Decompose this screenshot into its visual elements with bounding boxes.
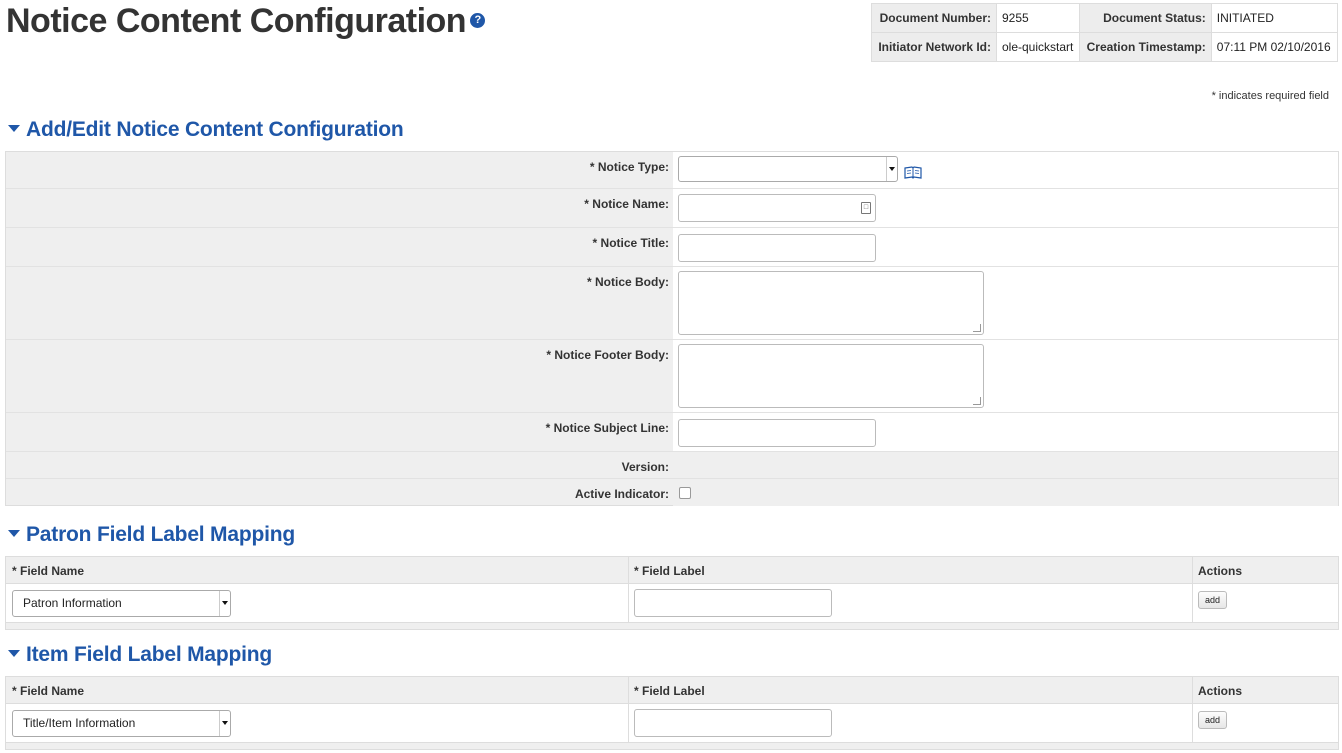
notice-subject-line-label: * Notice Subject Line: [545, 421, 669, 435]
notice-name-label: * Notice Name: [584, 197, 669, 211]
page-title-text: Notice Content Configuration [6, 2, 467, 40]
notice-footer-body-label: * Notice Footer Body: [546, 348, 669, 362]
collapse-caret-icon [8, 649, 20, 657]
notice-type-label: * Notice Type: [589, 160, 669, 174]
creation-timestamp-label: Creation Timestamp: [1079, 32, 1212, 62]
item-field-name-value: Title/Item Information [23, 716, 136, 730]
column-divider [1192, 557, 1193, 629]
item-col-field-name: * Field Name [12, 684, 85, 698]
document-number-label: Document Number: [871, 3, 997, 33]
item-mapping-table: * Field Name * Field Label Actions Title… [5, 676, 1339, 750]
notice-subject-line-row: * Notice Subject Line: [6, 413, 1338, 452]
edit-form: * Notice Type: * Notice Name: □ * Notice… [5, 151, 1339, 506]
patron-col-field-label: * Field Label [634, 564, 705, 578]
patron-col-actions: Actions [1198, 564, 1243, 578]
patron-col-field-name: * Field Name [12, 564, 85, 578]
notice-title-label: * Notice Title: [592, 236, 669, 250]
notice-body-cell [673, 267, 1338, 339]
collapse-caret-icon [8, 124, 20, 132]
document-header: Document Number: 9255 Document Status: I… [871, 3, 1339, 62]
active-indicator-row: Active Indicator: [6, 479, 1338, 506]
notice-type-cell [673, 152, 1338, 188]
item-field-name-select[interactable]: Title/Item Information [12, 710, 231, 737]
question-circle-icon[interactable]: ? [470, 12, 486, 28]
version-row: Version: [6, 452, 1338, 479]
notice-footer-body-cell [673, 340, 1338, 412]
patron-add-button[interactable]: add [1198, 591, 1227, 609]
notice-footer-body-row: * Notice Footer Body: [6, 340, 1338, 413]
version-label: Version: [621, 460, 669, 474]
notice-body-row: * Notice Body: [6, 267, 1338, 340]
item-section-title: Item Field Label Mapping [26, 643, 273, 666]
column-divider [1192, 677, 1193, 749]
notice-body-label: * Notice Body: [586, 275, 669, 289]
item-col-field-label: * Field Label [634, 684, 705, 698]
patron-section-title: Patron Field Label Mapping [26, 523, 295, 546]
initiator-label: Initiator Network Id: [871, 32, 997, 62]
patron-mapping-table: * Field Name * Field Label Actions Patro… [5, 556, 1339, 630]
notice-name-cell: □ [673, 189, 1338, 227]
item-section-header[interactable]: Item Field Label Mapping [8, 643, 272, 667]
resize-handle-icon[interactable] [973, 324, 981, 332]
resize-handle-icon[interactable] [973, 397, 981, 405]
notice-type-select[interactable] [678, 156, 898, 182]
notice-footer-body-textarea[interactable] [678, 344, 984, 408]
item-col-actions: Actions [1198, 684, 1243, 698]
required-field-note: * indicates required field [1211, 90, 1329, 102]
chevron-down-icon [219, 711, 230, 736]
notice-subject-line-cell [673, 413, 1338, 451]
item-add-button[interactable]: add [1198, 711, 1227, 729]
document-number-value: 9255 [995, 3, 1081, 33]
chevron-down-icon [886, 157, 897, 181]
contact-card-icon: □ [861, 202, 871, 214]
item-table-footer [6, 742, 1338, 749]
collapse-caret-icon [8, 529, 20, 537]
patron-field-name-select[interactable]: Patron Information [12, 590, 231, 617]
item-field-label-input[interactable] [634, 709, 832, 737]
edit-section-title: Add/Edit Notice Content Configuration [26, 118, 404, 141]
creation-timestamp-value: 07:11 PM 02/10/2016 [1210, 32, 1339, 62]
column-divider [628, 557, 629, 629]
patron-table-footer [6, 622, 1338, 629]
notice-title-cell [673, 228, 1338, 266]
notice-title-input[interactable] [678, 234, 876, 262]
active-indicator-cell [673, 479, 1338, 506]
notice-type-row: * Notice Type: [6, 152, 1338, 189]
initiator-value: ole-quickstart [995, 32, 1081, 62]
notice-name-row: * Notice Name: □ [6, 189, 1338, 228]
document-status-label: Document Status: [1079, 3, 1212, 33]
chevron-down-icon [219, 591, 230, 616]
patron-field-label-input[interactable] [634, 589, 832, 617]
active-indicator-checkbox[interactable] [679, 487, 691, 499]
notice-name-input[interactable]: □ [678, 194, 876, 222]
version-cell [673, 452, 1338, 478]
patron-field-name-value: Patron Information [23, 596, 122, 610]
page-title: Notice Content Configuration? [6, 2, 486, 41]
active-indicator-label: Active Indicator: [574, 487, 669, 501]
book-lookup-icon[interactable] [904, 166, 922, 179]
notice-title-row: * Notice Title: [6, 228, 1338, 267]
edit-section-header[interactable]: Add/Edit Notice Content Configuration [8, 118, 404, 142]
notice-subject-line-input[interactable] [678, 419, 876, 447]
document-status-value: INITIATED [1210, 3, 1339, 33]
patron-section-header[interactable]: Patron Field Label Mapping [8, 523, 295, 547]
notice-body-textarea[interactable] [678, 271, 984, 335]
column-divider [628, 677, 629, 749]
